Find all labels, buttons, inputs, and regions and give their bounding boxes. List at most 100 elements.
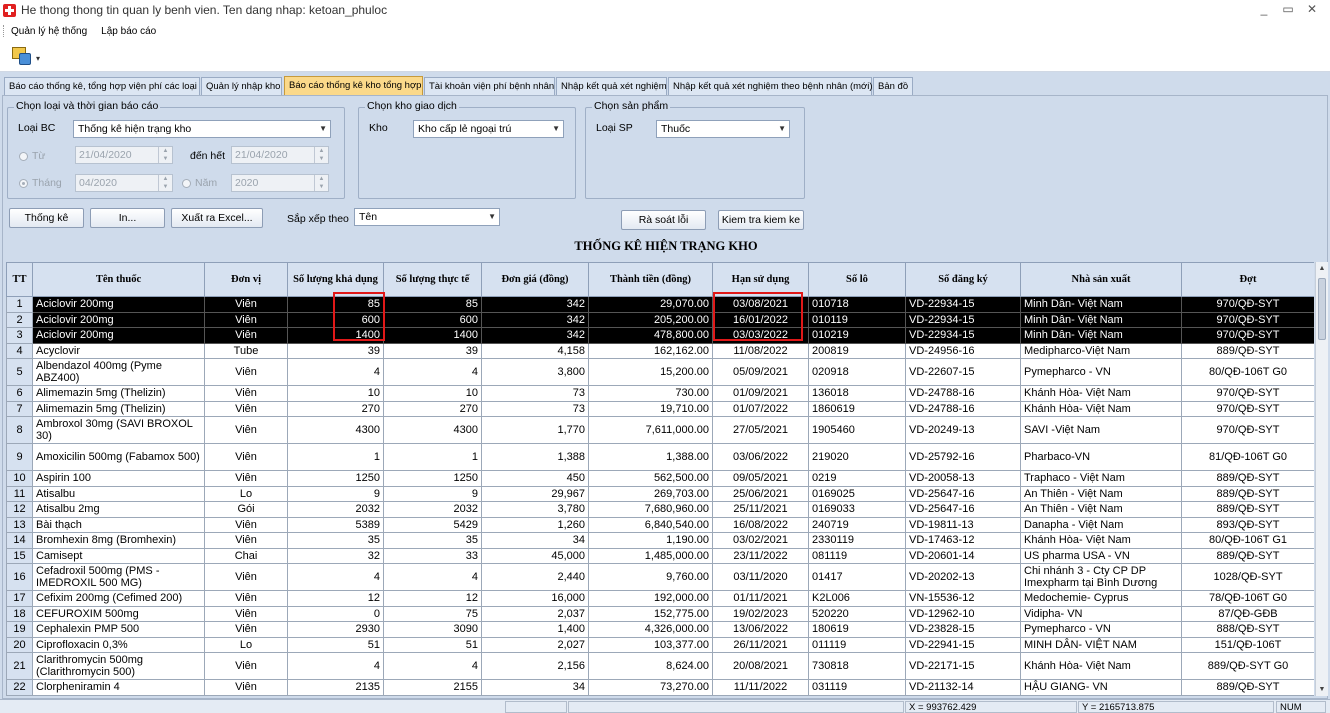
table-row[interactable]: 2 Aciclovir 200mg Viên 600 600 342 205,200.00 1… — [6, 311, 1314, 328]
month-radio[interactable] — [19, 179, 28, 188]
sort-label: Sắp xếp theo — [287, 213, 349, 225]
column-header[interactable]: Hạn sử dụng — [712, 262, 809, 297]
table-cell: Medochemie- Cyprus — [1020, 590, 1182, 607]
table-row[interactable]: 4 Acyclovir Tube 39 39 4,158 162,162.00 11/08/2… — [6, 342, 1314, 359]
table-row[interactable]: 6 Alimemazin 5mg (Thelizin) Viên 10 10 73 730.… — [6, 385, 1314, 402]
tool-button[interactable] — [10, 45, 34, 69]
row-number: 12 — [6, 501, 33, 518]
tab-patient-account[interactable]: Tài khoản viện phí bệnh nhân — [424, 77, 555, 95]
report-type-select[interactable]: Thống kê hiện trạng kho ▼ — [73, 120, 331, 138]
column-header[interactable]: Nhà sản xuất — [1020, 262, 1182, 297]
tab-warehouse-import[interactable]: Quản lý nhập kho — [201, 77, 282, 95]
row-number: 17 — [6, 590, 33, 607]
to-date-field[interactable]: 21/04/2020 ▲ ▼ — [231, 146, 329, 164]
table-cell: 151/QĐ-106T — [1181, 636, 1314, 653]
table-cell: VD-24788-16 — [905, 385, 1021, 402]
table-row[interactable]: 22 Clorpheniramin 4 Viên 2135 2155 34 73,270.0… — [6, 679, 1314, 696]
column-header[interactable]: Thành tiền (đồng) — [588, 262, 713, 297]
table-row[interactable]: 11 Atisalbu Lo 9 9 29,967 269,703.00 25/06/2021… — [6, 485, 1314, 502]
table-row[interactable]: 16 Cefadroxil 500mg (PMS - IMEDROXIL 500 … — [6, 563, 1314, 591]
table-row[interactable]: 21 Clarithromycin 500mg (Clarithromycin 5… — [6, 652, 1314, 680]
table-cell: 85 — [383, 296, 482, 313]
column-header[interactable]: Số đăng ký — [905, 262, 1021, 297]
table-row[interactable]: 5 Albendazol 400mg (Pyme ABZ400) Viên 4 4 3,8… — [6, 358, 1314, 386]
table-row[interactable]: 19 Cephalexin PMP 500 Viên 2930 3090 1,400 4,3… — [6, 621, 1314, 638]
table-cell: 3090 — [383, 621, 482, 638]
column-header[interactable]: Số lô — [808, 262, 906, 297]
table-cell: Aciclovir 200mg — [32, 311, 205, 328]
row-number: 6 — [6, 385, 33, 402]
table-cell: VD-17463-12 — [905, 532, 1021, 549]
tab-fee-reports[interactable]: Báo cáo thống kê, tổng hợp viện phí các … — [4, 77, 200, 95]
table-cell: Aciclovir 200mg — [32, 296, 205, 313]
table-cell: 80/QĐ-106T G1 — [1181, 532, 1314, 549]
table-row[interactable]: 9 Amoxicilin 500mg (Fabamox 500) Viên 1 1 1,3… — [6, 443, 1314, 471]
table-cell: VD-24788-16 — [905, 400, 1021, 417]
table-row[interactable]: 14 Bromhexin 8mg (Bromhexin) Viên 35 35 34 1,1… — [6, 532, 1314, 549]
stats-button[interactable]: Thống kê — [9, 208, 84, 228]
status-x-coordinate: X = 993762.429 — [905, 701, 1077, 713]
column-header[interactable]: Đơn giá (đồng) — [481, 262, 589, 297]
table-cell: Medipharco-Việt Nam — [1020, 342, 1182, 359]
table-row[interactable]: 12 Atisalbu 2mg Gói 2032 2032 3,780 7,680,960.… — [6, 501, 1314, 518]
column-header[interactable]: Đợt — [1181, 262, 1314, 297]
close-button[interactable]: ✕ — [1300, 0, 1324, 18]
table-row[interactable]: 10 Aspirin 100 Viên 1250 1250 450 562,500.00 09… — [6, 470, 1314, 487]
table-cell: 7,680,960.00 — [588, 501, 713, 518]
window-title: He thong thong tin quan ly benh vien. Te… — [21, 3, 388, 17]
year-radio[interactable] — [182, 179, 191, 188]
scroll-thumb[interactable] — [1318, 278, 1326, 340]
table-row[interactable]: 20 Ciprofloxacin 0,3% Lo 51 51 2,027 103,377.0… — [6, 636, 1314, 653]
export-excel-button[interactable]: Xuất ra Excel... — [171, 208, 263, 228]
scroll-up-icon[interactable]: ▲ — [1316, 262, 1328, 275]
tab-map[interactable]: Bản đồ — [873, 77, 913, 95]
table-row[interactable]: 1 Aciclovir 200mg Viên 85 85 342 29,070.00 03/0… — [6, 296, 1314, 313]
table-row[interactable]: 3 Aciclovir 200mg Viên 1400 1400 342 478,800.0… — [6, 327, 1314, 344]
tab-lab-results[interactable]: Nhập kết quả xét nghiệm — [556, 77, 667, 95]
scroll-down-icon[interactable]: ▼ — [1316, 683, 1328, 696]
table-cell: 730818 — [808, 652, 906, 680]
minimize-button[interactable]: _ — [1252, 0, 1276, 18]
tab-warehouse-summary[interactable]: Báo cáo thống kê kho tổng hợp — [284, 76, 423, 95]
column-header[interactable]: TT — [6, 262, 33, 297]
column-header[interactable]: Số lượng khả dụng — [287, 262, 384, 297]
table-cell: 010219 — [808, 327, 906, 344]
table-cell: 12 — [383, 590, 482, 607]
from-date-field[interactable]: 21/04/2020 ▲ ▼ — [75, 146, 173, 164]
restore-button[interactable]: ▭ — [1276, 0, 1300, 18]
row-number: 15 — [6, 547, 33, 564]
table-row[interactable]: 8 Ambroxol 30mg (SAVI BROXOL 30) Viên 4300 4… — [6, 416, 1314, 444]
menu-system-management[interactable]: Quản lý hệ thống — [6, 26, 96, 37]
table-cell: 01417 — [808, 563, 906, 591]
table-cell: 031119 — [808, 679, 906, 696]
table-row[interactable]: 15 Camisept Chai 32 33 45,000 1,485,000.00 23/1… — [6, 547, 1314, 564]
table-cell: 2155 — [383, 679, 482, 696]
month-field[interactable]: 04/2020 ▲ ▼ — [75, 174, 173, 192]
product-type-select[interactable]: Thuốc ▼ — [656, 120, 790, 138]
tab-lab-results-by-patient[interactable]: Nhập kết quả xét nghiệm theo bệnh nhân (… — [668, 77, 873, 95]
table-row[interactable]: 18 CEFUROXIM 500mg Viên 0 75 2,037 152,775.00 1… — [6, 605, 1314, 622]
year-field[interactable]: 2020 ▲ ▼ — [231, 174, 329, 192]
table-cell: 520220 — [808, 605, 906, 622]
from-radio[interactable] — [19, 152, 28, 161]
month-label: Tháng — [32, 177, 62, 189]
menu-reports[interactable]: Lập báo cáo — [96, 26, 165, 37]
column-header[interactable]: Số lượng thực tế — [383, 262, 482, 297]
column-header[interactable]: Đơn vị — [204, 262, 288, 297]
check-errors-button[interactable]: Rà soát lỗi — [621, 210, 706, 230]
table-cell: 4,326,000.00 — [588, 621, 713, 638]
table-cell: VD-21132-14 — [905, 679, 1021, 696]
vertical-scrollbar[interactable]: ▲ ▼ — [1315, 262, 1328, 696]
print-button[interactable]: In... — [90, 208, 165, 228]
column-header[interactable]: Tên thuốc — [32, 262, 205, 297]
table-row[interactable]: 17 Cefixim 200mg (Cefimed 200) Viên 12 12 16,… — [6, 590, 1314, 607]
row-number: 8 — [6, 416, 33, 444]
table-row[interactable]: 13 Bài thạch Viên 5389 5429 1,260 6,840,540.00… — [6, 516, 1314, 533]
check-inventory-button[interactable]: Kiem tra kiem ke — [718, 210, 804, 230]
table-row[interactable]: 7 Alimemazin 5mg (Thelizin) Viên 270 270 73 19… — [6, 400, 1314, 417]
status-cell-empty — [568, 701, 904, 713]
table-cell: 103,377.00 — [588, 636, 713, 653]
warehouse-select[interactable]: Kho cấp lẻ ngoại trú ▼ — [413, 120, 564, 138]
sort-select[interactable]: Tên ▼ — [354, 208, 500, 226]
toolbar-dropdown-icon[interactable]: ▾ — [36, 54, 40, 63]
